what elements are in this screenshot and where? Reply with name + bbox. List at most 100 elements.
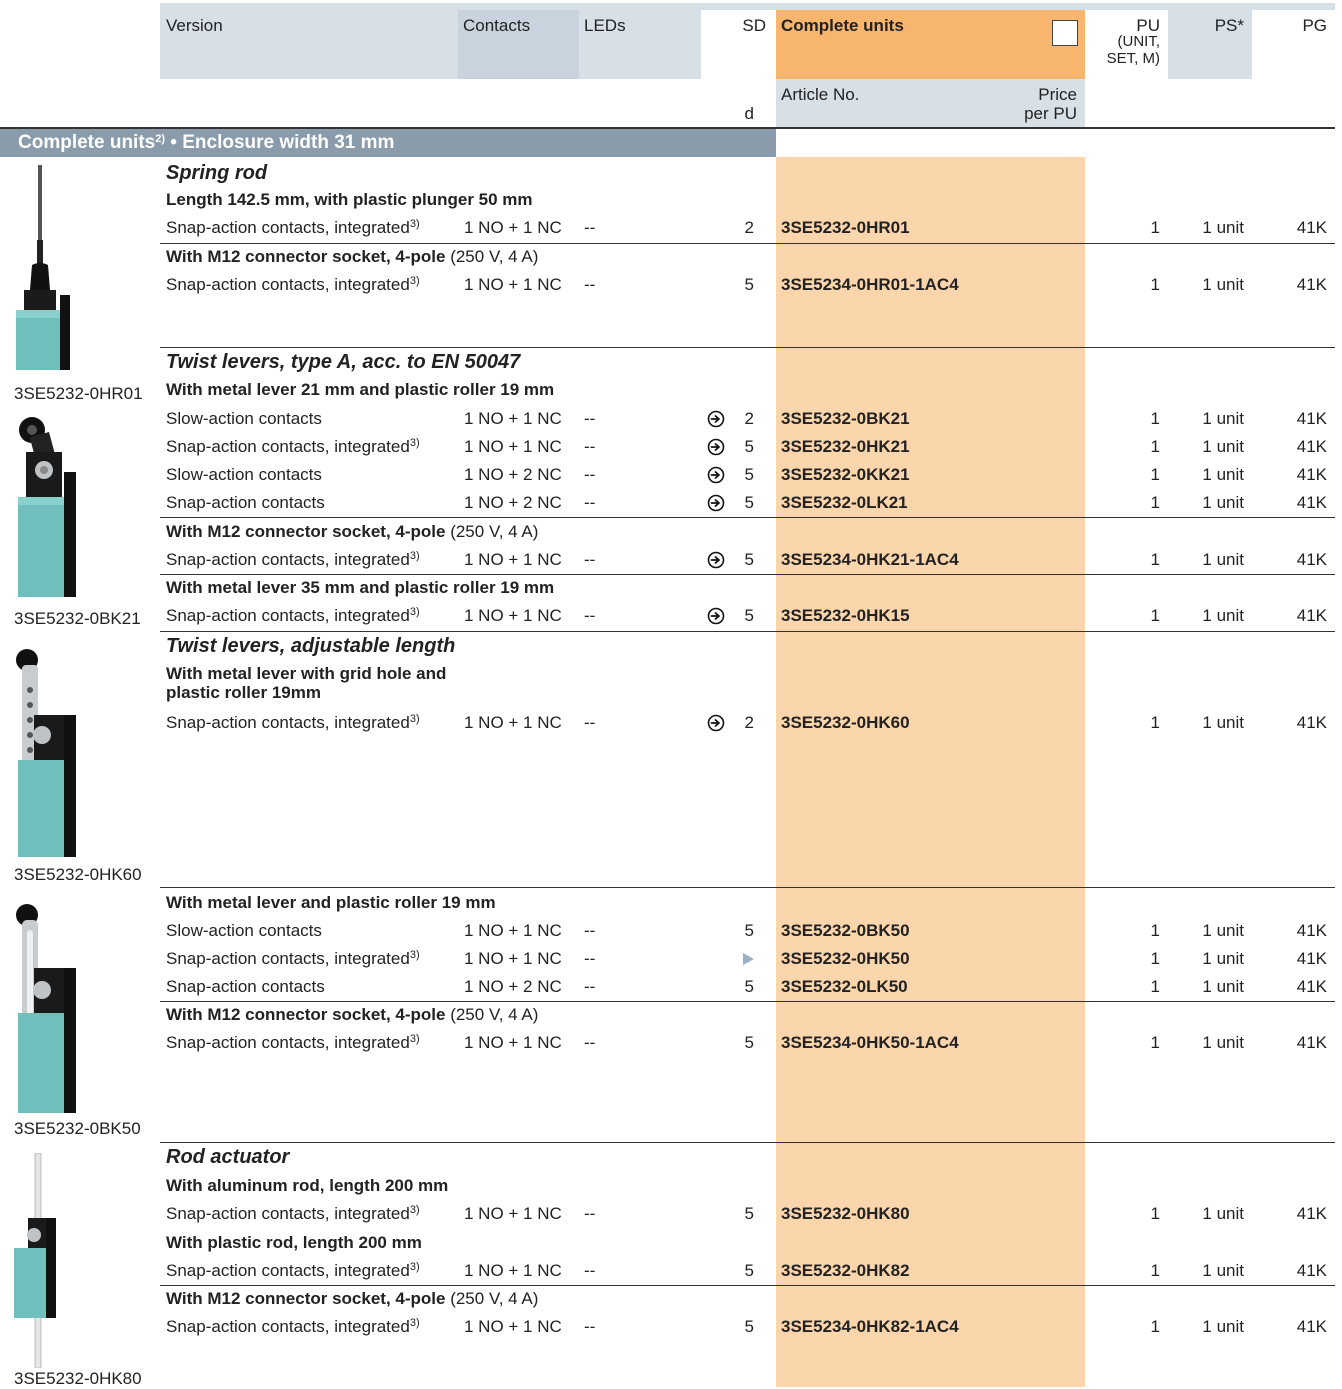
rule bbox=[160, 1142, 1335, 1143]
cell-version-text: Snap-action contacts, integrated bbox=[166, 713, 410, 732]
cell-sd: 5 bbox=[744, 465, 754, 484]
cell-version-text: Snap-action contacts, integrated bbox=[166, 1317, 410, 1336]
subgroup-m12: With M12 connector socket, 4-pole (250 V… bbox=[166, 1289, 539, 1308]
cell-contacts: 1 NO + 1 NC bbox=[464, 606, 562, 625]
cell-sd: 5 bbox=[744, 1317, 754, 1336]
footnote-ref: 3) bbox=[409, 1033, 420, 1045]
cell-version-text: Snap-action contacts bbox=[166, 977, 325, 996]
cell-version: Snap-action contacts, integrated3) bbox=[166, 218, 420, 238]
cell-version-text: Snap-action contacts, integrated bbox=[166, 550, 410, 569]
cell-version-text: Slow-action contacts bbox=[166, 409, 322, 428]
cell-version: Snap-action contacts, integrated3) bbox=[166, 437, 420, 457]
cell-version: Snap-action contacts, integrated3) bbox=[166, 949, 420, 969]
cell-pg: 41K bbox=[1296, 1204, 1327, 1223]
complete-units-column bbox=[776, 157, 1085, 1387]
cell-ps: 1 unit bbox=[1202, 218, 1244, 237]
cell-ps: 1 unit bbox=[1202, 1317, 1244, 1336]
cell-pg: 41K bbox=[1296, 606, 1327, 625]
subgroup-grid-2: plastic roller 19mm bbox=[166, 683, 321, 702]
cell-pu: 1 bbox=[1150, 550, 1160, 569]
cell-pg: 41K bbox=[1296, 493, 1327, 512]
cell-pg: 41K bbox=[1296, 218, 1327, 237]
header-pg: PG bbox=[1302, 16, 1327, 35]
cell-version: Snap-action contacts, integrated3) bbox=[166, 275, 420, 295]
cell-article: 3SE5232-0LK50 bbox=[781, 977, 908, 996]
cell-pu: 1 bbox=[1150, 275, 1160, 294]
cell-ps: 1 unit bbox=[1202, 1261, 1244, 1280]
cell-pu: 1 bbox=[1150, 713, 1160, 732]
cell-version: Snap-action contacts, integrated3) bbox=[166, 550, 420, 570]
cell-version-text: Snap-action contacts, integrated bbox=[166, 1261, 410, 1280]
cell-pg: 41K bbox=[1296, 713, 1327, 732]
cell-ps: 1 unit bbox=[1202, 1204, 1244, 1223]
cell-sd: 5 bbox=[744, 437, 754, 456]
cell-contacts: 1 NO + 1 NC bbox=[464, 1204, 562, 1223]
rule bbox=[160, 517, 1335, 518]
cell-article: 3SE5232-0HK21 bbox=[781, 437, 910, 456]
cell-version-text: Snap-action contacts, integrated bbox=[166, 606, 410, 625]
cell-ps: 1 unit bbox=[1202, 409, 1244, 428]
cell-leds: -- bbox=[584, 275, 596, 294]
rule bbox=[160, 887, 1335, 888]
cell-version: Snap-action contacts, integrated3) bbox=[166, 1317, 420, 1337]
cell-article: 3SE5232-0HK15 bbox=[781, 606, 910, 625]
cell-ps: 1 unit bbox=[1202, 465, 1244, 484]
group-twist-a: Twist levers, type A, acc. to EN 50047 bbox=[166, 351, 521, 373]
cell-leds: -- bbox=[584, 218, 596, 237]
footnote-ref: 3) bbox=[409, 949, 420, 961]
cell-sd: 5 bbox=[744, 1033, 754, 1052]
subgroup-m12: With M12 connector socket, 4-pole (250 V… bbox=[166, 247, 539, 266]
cell-article: 3SE5232-0HK82 bbox=[781, 1261, 910, 1280]
cell-version-text: Snap-action contacts, integrated bbox=[166, 275, 410, 294]
header-price-2: per PU bbox=[1024, 104, 1077, 123]
cell-leds: -- bbox=[584, 1317, 596, 1336]
cell-version: Snap-action contacts, integrated3) bbox=[166, 606, 420, 626]
header-sd: SD bbox=[742, 16, 766, 35]
rule bbox=[160, 347, 1335, 348]
header-pu-3: SET, M) bbox=[1106, 50, 1160, 67]
cell-version: Snap-action contacts, integrated3) bbox=[166, 1261, 420, 1281]
image-caption: 3SE5232-0HK60 bbox=[14, 865, 142, 884]
subgroup-lever35: With metal lever 35 mm and plastic rolle… bbox=[166, 578, 555, 597]
cell-sd: 5 bbox=[744, 921, 754, 940]
cell-contacts: 1 NO + 1 NC bbox=[464, 275, 562, 294]
group-spring-rod: Spring rod bbox=[166, 162, 268, 184]
cell-version: Slow-action contacts bbox=[166, 409, 322, 429]
cell-sd: 5 bbox=[744, 1261, 754, 1280]
cell-pg: 41K bbox=[1296, 921, 1327, 940]
rule bbox=[160, 1001, 1335, 1002]
footnote-ref: 3) bbox=[409, 1317, 420, 1329]
cell-pg: 41K bbox=[1296, 977, 1327, 996]
cell-ps: 1 unit bbox=[1202, 606, 1244, 625]
complete-units-checkbox[interactable] bbox=[1052, 20, 1078, 46]
group-rod-actuator: Rod actuator bbox=[166, 1146, 290, 1168]
cell-pu: 1 bbox=[1150, 493, 1160, 512]
footnote-ref: 3) bbox=[409, 713, 420, 725]
cell-version-text: Snap-action contacts, integrated bbox=[166, 1204, 410, 1223]
subgroup-grid-1: With metal lever with grid hole and bbox=[166, 664, 447, 683]
cell-leds: -- bbox=[584, 493, 596, 512]
cell-pg: 41K bbox=[1296, 550, 1327, 569]
cell-pu: 1 bbox=[1150, 218, 1160, 237]
cell-contacts: 1 NO + 1 NC bbox=[464, 1261, 562, 1280]
cell-pu: 1 bbox=[1150, 977, 1160, 996]
footnote-ref: 3) bbox=[409, 606, 420, 618]
product-image-twist-lever-adjustable bbox=[16, 649, 76, 857]
cell-article: 3SE5234-0HR01-1AC4 bbox=[781, 275, 959, 294]
cell-sd: 5 bbox=[744, 606, 754, 625]
cell-pu: 1 bbox=[1150, 437, 1160, 456]
cell-pu: 1 bbox=[1150, 465, 1160, 484]
cell-contacts: 1 NO + 1 NC bbox=[464, 437, 562, 456]
cell-pg: 41K bbox=[1296, 1317, 1327, 1336]
cell-article: 3SE5232-0KK21 bbox=[781, 465, 910, 484]
cell-contacts: 1 NO + 1 NC bbox=[464, 550, 562, 569]
footnote-ref: 3) bbox=[409, 218, 420, 230]
cell-leds: -- bbox=[584, 713, 596, 732]
cell-pu: 1 bbox=[1150, 1317, 1160, 1336]
cell-article: 3SE5232-0HK50 bbox=[781, 949, 910, 968]
cell-ps: 1 unit bbox=[1202, 275, 1244, 294]
cell-leds: -- bbox=[584, 437, 596, 456]
rule bbox=[160, 574, 1335, 575]
cell-pu: 1 bbox=[1150, 606, 1160, 625]
cell-pg: 41K bbox=[1296, 1261, 1327, 1280]
